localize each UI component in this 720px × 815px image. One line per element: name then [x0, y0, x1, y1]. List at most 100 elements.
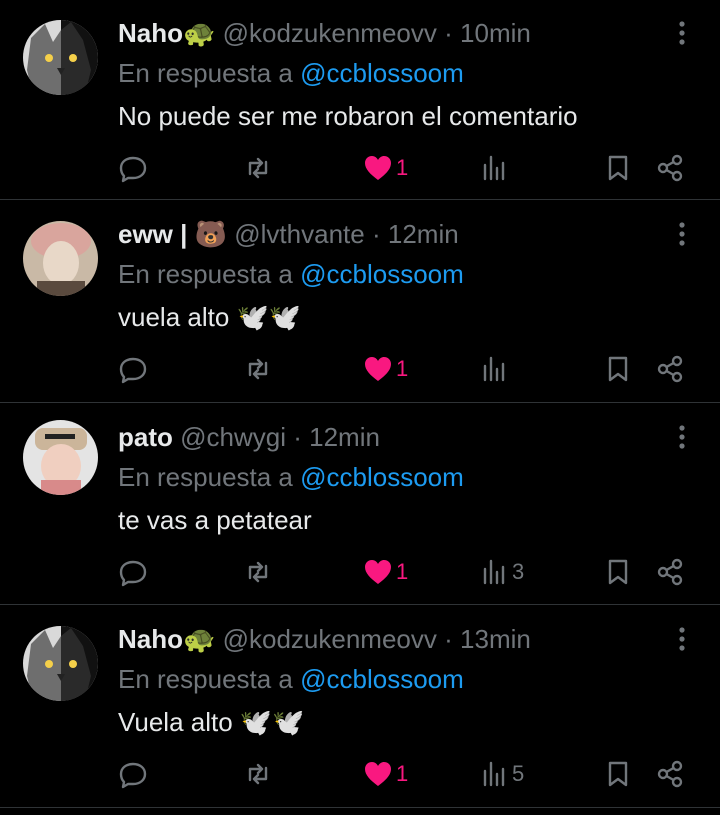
retweet-icon	[248, 157, 268, 179]
analytics-icon	[483, 559, 505, 585]
more-options-button[interactable]	[670, 624, 694, 654]
like-button[interactable]: 1	[364, 349, 408, 389]
like-count: 1	[396, 559, 409, 584]
reply-mention-link[interactable]: @ccblossoom	[300, 664, 464, 694]
reply-button[interactable]	[118, 349, 148, 389]
views-button[interactable]	[482, 148, 512, 188]
reply-context: En respuesta a @ccblossoom	[118, 257, 464, 291]
display-name[interactable]: Naho🐢	[118, 624, 215, 654]
separator-dot: ·	[444, 18, 453, 48]
share-button[interactable]	[656, 754, 684, 794]
views-count: 5	[512, 761, 525, 786]
separator-dot: ·	[293, 422, 302, 452]
user-handle[interactable]: @kodzukenmeovv	[223, 18, 437, 48]
heart-filled-icon	[365, 762, 391, 786]
reply-context: En respuesta a @ccblossoom	[118, 56, 464, 90]
display-name[interactable]: Naho🐢	[118, 18, 215, 48]
more-options-button[interactable]	[670, 219, 694, 249]
analytics-icon	[483, 356, 505, 382]
avatar[interactable]	[23, 20, 98, 95]
avatar[interactable]	[23, 626, 98, 701]
more-options-button[interactable]	[670, 18, 694, 48]
share-icon	[657, 760, 683, 788]
tweet-reply[interactable]: pato @chwygi · 12min En respuesta a @ccb…	[0, 404, 720, 605]
like-button[interactable]: 1	[364, 148, 408, 188]
more-vertical-icon	[679, 21, 685, 45]
bookmark-button[interactable]	[606, 754, 630, 794]
tweet-reply[interactable]: eww | 🐻 @lvthvante · 12min En respuesta …	[0, 201, 720, 403]
person-avatar-icon	[23, 221, 98, 296]
tweet-text: vuela alto 🕊️🕊️	[118, 302, 302, 332]
share-icon	[657, 558, 683, 586]
reply-mention-link[interactable]: @ccblossoom	[300, 58, 464, 88]
views-button[interactable]	[482, 349, 512, 389]
more-options-button[interactable]	[670, 422, 694, 452]
timestamp[interactable]: 13min	[460, 624, 531, 654]
bookmark-button[interactable]	[606, 552, 630, 592]
bookmark-icon	[608, 761, 628, 787]
like-count: 1	[396, 761, 409, 786]
retweet-button[interactable]	[243, 754, 273, 794]
heart-filled-icon	[365, 156, 391, 180]
views-count: 3	[512, 559, 525, 584]
retweet-button[interactable]	[243, 349, 273, 389]
tweet-reply[interactable]: Naho🐢 @kodzukenmeovv · 13min En respuest…	[0, 606, 720, 808]
like-button[interactable]: 1	[364, 552, 408, 592]
reply-mention-link[interactable]: @ccblossoom	[300, 462, 464, 492]
user-handle[interactable]: @lvthvante	[234, 219, 364, 249]
person-avatar-icon	[23, 420, 98, 495]
tweet-header: pato @chwygi · 12min	[118, 420, 380, 454]
analytics-icon	[483, 761, 505, 787]
heart-filled-icon	[365, 357, 391, 381]
reply-prefix: En respuesta a	[118, 58, 293, 88]
share-button[interactable]	[656, 552, 684, 592]
heart-filled-icon	[365, 560, 391, 584]
share-button[interactable]	[656, 349, 684, 389]
wolf-avatar-icon	[23, 626, 98, 701]
avatar[interactable]	[23, 420, 98, 495]
views-button[interactable]: 3	[482, 552, 524, 592]
tweet-header: Naho🐢 @kodzukenmeovv · 13min	[118, 622, 531, 656]
user-handle[interactable]: @kodzukenmeovv	[223, 624, 437, 654]
separator-dot: ·	[371, 219, 381, 249]
share-button[interactable]	[656, 148, 684, 188]
bookmark-button[interactable]	[606, 148, 630, 188]
bookmark-icon	[608, 155, 628, 181]
reply-context: En respuesta a @ccblossoom	[118, 460, 464, 494]
like-count: 1	[396, 356, 409, 381]
reply-mention-link[interactable]: @ccblossoom	[300, 259, 464, 289]
display-name[interactable]: eww | 🐻	[118, 219, 227, 249]
bookmark-button[interactable]	[606, 349, 630, 389]
timestamp[interactable]: 10min	[460, 18, 531, 48]
like-count: 1	[396, 155, 409, 180]
like-button[interactable]: 1	[364, 754, 408, 794]
reply-context: En respuesta a @ccblossoom	[118, 662, 464, 696]
reply-prefix: En respuesta a	[118, 462, 293, 492]
timestamp[interactable]: 12min	[388, 219, 459, 249]
user-handle[interactable]: @chwygi	[180, 422, 286, 452]
retweet-button[interactable]	[243, 552, 273, 592]
bookmark-icon	[608, 559, 628, 585]
tweet-text: No puede ser me robaron el comentario	[118, 101, 578, 131]
tweet-header: eww | 🐻 @lvthvante · 12min	[118, 217, 459, 251]
wolf-avatar-icon	[23, 20, 98, 95]
timestamp[interactable]: 12min	[309, 422, 380, 452]
reply-button[interactable]	[118, 552, 148, 592]
reply-button[interactable]	[118, 754, 148, 794]
tweet-text: te vas a petatear	[118, 505, 312, 535]
more-vertical-icon	[679, 222, 685, 246]
action-bar: 1 3	[0, 552, 720, 592]
avatar[interactable]	[23, 221, 98, 296]
reply-prefix: En respuesta a	[118, 259, 293, 289]
retweet-button[interactable]	[243, 148, 273, 188]
reply-icon	[119, 762, 147, 789]
reply-button[interactable]	[118, 148, 148, 188]
views-button[interactable]: 5	[482, 754, 524, 794]
analytics-icon	[483, 155, 505, 181]
display-name[interactable]: pato	[118, 422, 173, 452]
tweet-reply[interactable]: Naho🐢 @kodzukenmeovv · 10min En respuest…	[0, 0, 720, 200]
share-icon	[657, 154, 683, 182]
tweet-header: Naho🐢 @kodzukenmeovv · 10min	[118, 16, 531, 50]
retweet-icon	[248, 358, 268, 380]
share-icon	[657, 355, 683, 383]
